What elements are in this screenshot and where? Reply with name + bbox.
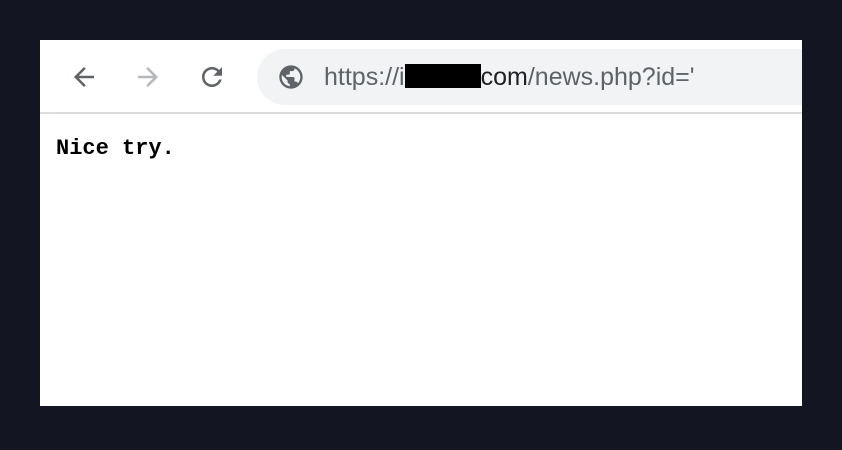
- address-bar[interactable]: https://i com/news.php?id=': [257, 49, 802, 105]
- browser-window: https://i com/news.php?id=' Nice try.: [40, 40, 802, 406]
- reload-icon: [202, 67, 222, 87]
- url-host-suffix: com: [480, 63, 528, 91]
- globe-icon[interactable]: [277, 63, 305, 91]
- reload-button[interactable]: [195, 60, 229, 94]
- redaction-box: [404, 64, 481, 89]
- forward-button[interactable]: [131, 60, 165, 94]
- url-text[interactable]: https://i com/news.php?id=': [324, 49, 695, 105]
- arrow-right-icon: [138, 67, 158, 87]
- url-scheme: https://: [324, 63, 400, 91]
- arrow-left-icon: [74, 67, 94, 87]
- browser-toolbar: https://i com/news.php?id=': [40, 40, 802, 114]
- back-button[interactable]: [67, 60, 101, 94]
- url-path: /news.php?id=': [527, 63, 695, 91]
- page-body-text: Nice try.: [56, 136, 175, 161]
